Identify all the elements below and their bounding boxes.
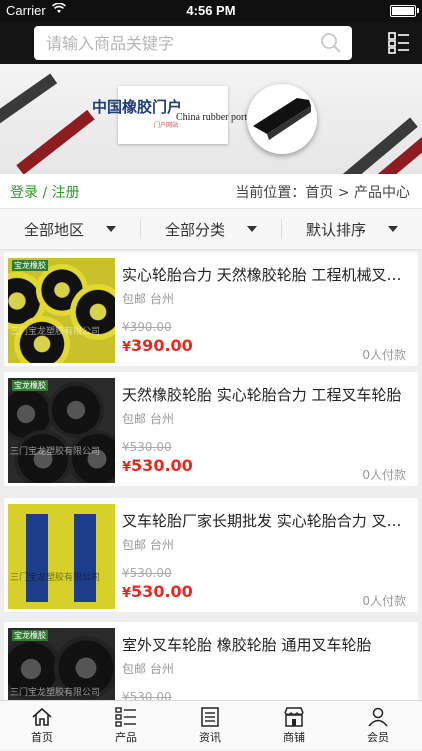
- tab-label: 会员: [367, 731, 389, 744]
- watermark: 三门宝龙塑胶有限公司: [10, 573, 101, 583]
- location-bar: 登录 / 注册 当前位置：首页 > 产品中心: [0, 174, 422, 208]
- search-box[interactable]: [34, 26, 352, 60]
- home-icon: [32, 707, 52, 726]
- brand-logo: 宝龙橡胶: [12, 260, 48, 271]
- watermark: 三门宝龙塑胶有限公司: [10, 688, 101, 698]
- currency-symbol: ¥: [122, 586, 132, 601]
- price-value: 390.00: [131, 336, 193, 355]
- shipping-label: 包邮: [122, 412, 147, 426]
- original-price: ¥530.00: [122, 440, 172, 454]
- product-item[interactable]: 宝龙橡胶 三门宝龙塑胶有限公司 天然橡胶轮胎 实心轮胎合力 工程叉车轮胎 包邮 …: [4, 372, 418, 486]
- search-input[interactable]: [34, 26, 314, 60]
- store-icon: [284, 707, 304, 727]
- product-thumbnail[interactable]: 宝龙橡胶 三门宝龙塑胶有限公司: [8, 628, 115, 702]
- price-value: 530.00: [131, 582, 193, 601]
- original-price: ¥390.00: [122, 320, 172, 334]
- product-item[interactable]: 宝龙橡胶 三门宝龙塑胶有限公司 实心轮胎合力 天然橡胶轮胎 工程机械叉车轮胎 包…: [4, 252, 418, 366]
- filter-bar: 全部地区 全部分类 默认排序: [0, 208, 422, 250]
- product-item[interactable]: 宝龙橡胶 三门宝龙塑胶有限公司 室外叉车轮胎 橡胶轮胎 通用叉车轮胎 包邮 台州…: [4, 622, 418, 704]
- original-price: ¥530.00: [122, 566, 172, 580]
- product-price: ¥390.00: [122, 336, 193, 355]
- watermark: 三门宝龙塑胶有限公司: [10, 327, 101, 337]
- city-label: 台州: [149, 412, 174, 426]
- product-thumbnail[interactable]: 宝龙橡胶 三门宝龙塑胶有限公司: [8, 258, 115, 363]
- register-link[interactable]: 注册: [52, 185, 80, 201]
- price-value: 530.00: [131, 456, 193, 475]
- user-icon: [368, 707, 388, 727]
- login-link[interactable]: 登录: [10, 185, 38, 201]
- chevron-down-icon: [247, 226, 257, 232]
- product-meta: 包邮 台州: [122, 410, 174, 427]
- filter-region[interactable]: 全部地区: [0, 209, 140, 249]
- sales-count: 0人付款: [362, 594, 406, 608]
- chevron-down-icon: [106, 226, 116, 232]
- auth-links: 登录 / 注册: [10, 182, 80, 202]
- tab-home[interactable]: 首页: [0, 701, 84, 751]
- watermark: 三门宝龙塑胶有限公司: [10, 447, 101, 457]
- product-meta: 包邮 台州: [122, 290, 174, 307]
- tab-store[interactable]: 商铺: [252, 701, 336, 751]
- product-price: ¥530.00: [122, 456, 193, 475]
- product-name[interactable]: 叉车轮胎厂家长期批发 实心轮胎合力 叉车轮胎: [122, 510, 410, 531]
- promo-banner[interactable]: 门户网站 中国橡胶门户 China rubber portal: [0, 64, 422, 174]
- filter-label: 默认排序: [305, 220, 366, 239]
- product-name[interactable]: 室外叉车轮胎 橡胶轮胎 通用叉车轮胎: [122, 634, 410, 655]
- sales-count: 0人付款: [362, 348, 406, 362]
- rubber-profile-image: [247, 84, 317, 154]
- currency-symbol: ¥: [122, 460, 132, 475]
- city-label: 台州: [149, 662, 174, 676]
- search-icon[interactable]: [320, 32, 342, 54]
- product-thumbnail[interactable]: 宝龙橡胶 三门宝龙塑胶有限公司: [8, 378, 115, 483]
- tire-tread: [26, 514, 48, 602]
- city-label: 台州: [149, 538, 174, 552]
- filter-sort[interactable]: 默认排序: [282, 209, 422, 249]
- banner-tag: 门户网站: [154, 122, 179, 129]
- brand-logo: 宝龙橡胶: [12, 630, 48, 641]
- category-menu-icon[interactable]: [388, 32, 410, 54]
- bottom-tab-bar: 首页 产品 资讯 商铺 会员: [0, 700, 422, 750]
- tab-member[interactable]: 会员: [336, 701, 420, 751]
- tab-news[interactable]: 资讯: [168, 701, 252, 751]
- product-meta: 包邮 台州: [122, 660, 174, 677]
- product-thumbnail[interactable]: 三门宝龙塑胶有限公司: [8, 504, 115, 609]
- status-bar: Carrier 4:56 PM: [0, 0, 422, 22]
- list-icon: [115, 707, 136, 727]
- currency-symbol: ¥: [122, 340, 132, 355]
- top-bar: [0, 22, 422, 64]
- news-icon: [201, 707, 219, 727]
- breadcrumb[interactable]: 当前位置：首页 > 产品中心: [235, 182, 410, 202]
- sales-count: 0人付款: [362, 468, 406, 482]
- tab-products[interactable]: 产品: [84, 701, 168, 751]
- clock: 4:56 PM: [186, 3, 236, 18]
- tab-label: 首页: [31, 731, 53, 744]
- tab-label: 产品: [115, 731, 137, 744]
- product-item[interactable]: 三门宝龙塑胶有限公司 叉车轮胎厂家长期批发 实心轮胎合力 叉车轮胎 包邮 台州 …: [4, 498, 418, 612]
- shipping-label: 包邮: [122, 662, 147, 676]
- city-label: 台州: [149, 292, 174, 306]
- banner-title: 中国橡胶门户: [92, 98, 183, 116]
- filter-label: 全部地区: [23, 220, 84, 239]
- product-name[interactable]: 天然橡胶轮胎 实心轮胎合力 工程叉车轮胎: [122, 384, 410, 405]
- chevron-down-icon: [388, 226, 398, 232]
- auth-separator: /: [38, 185, 52, 201]
- brand-logo: 宝龙橡胶: [12, 380, 48, 391]
- battery-icon: [390, 5, 416, 17]
- product-meta: 包邮 台州: [122, 536, 174, 553]
- filter-category[interactable]: 全部分类: [141, 209, 281, 249]
- filter-label: 全部分类: [164, 220, 225, 239]
- product-name[interactable]: 实心轮胎合力 天然橡胶轮胎 工程机械叉车轮胎: [122, 264, 410, 285]
- shipping-label: 包邮: [122, 292, 147, 306]
- tab-label: 资讯: [199, 731, 221, 744]
- product-price: ¥530.00: [122, 582, 193, 601]
- tire-tread: [74, 514, 96, 602]
- banner-stripe: [0, 73, 58, 135]
- banner-subtitle: China rubber portal: [176, 112, 255, 123]
- battery-tip: [417, 8, 419, 13]
- banner-stripe: [16, 109, 95, 174]
- tab-label: 商铺: [283, 731, 305, 744]
- shipping-label: 包邮: [122, 538, 147, 552]
